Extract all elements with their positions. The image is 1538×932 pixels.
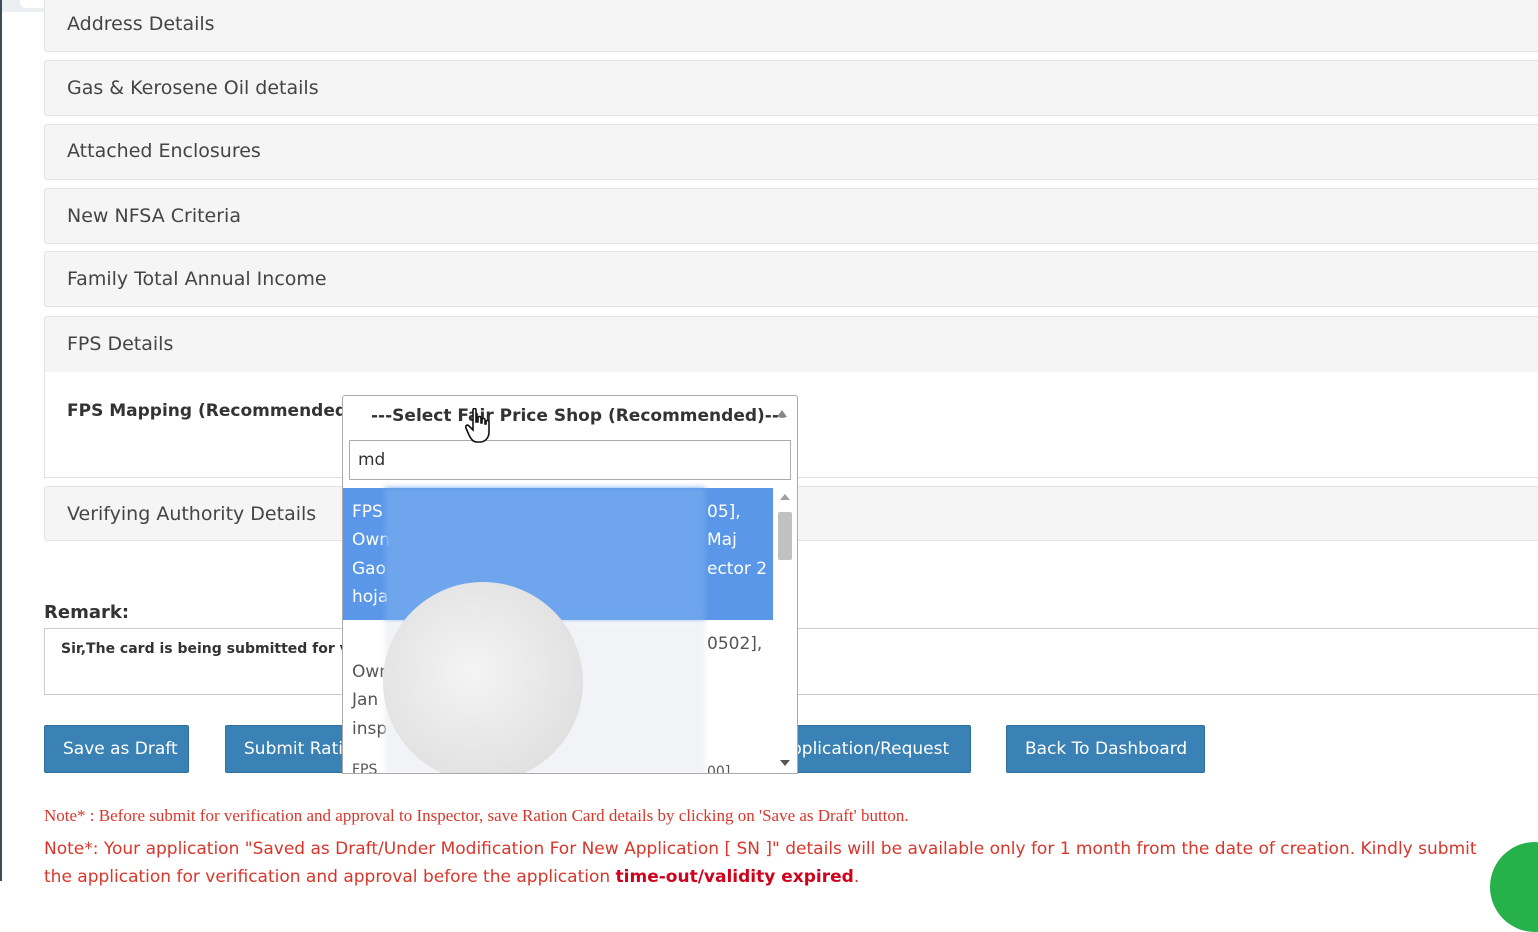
option-text: 05], <box>707 502 741 522</box>
panel-nfsa-criteria[interactable]: New NFSA Criteria <box>44 188 1538 244</box>
panel-family-income[interactable]: Family Total Annual Income <box>44 251 1538 307</box>
fps-search-input[interactable]: md <box>349 440 791 480</box>
panel-title: Family Total Annual Income <box>67 268 327 290</box>
panel-attached-enclosures[interactable]: Attached Enclosures <box>44 124 1538 180</box>
panel-title: Verifying Authority Details <box>67 503 317 525</box>
option-text: FPS <box>352 502 383 522</box>
option-text: Maj <box>707 530 737 550</box>
application-request-button[interactable]: pplication/Request <box>772 725 971 773</box>
scroll-thumb[interactable] <box>778 512 792 560</box>
fps-mapping-label: FPS Mapping (Recommended): <box>67 401 362 421</box>
panel-title: New NFSA Criteria <box>67 205 241 227</box>
option-text: hoja <box>352 587 389 607</box>
option-text: ector 2 <box>707 559 768 579</box>
note-validity-expired: time-out/validity expired <box>615 867 854 887</box>
panel-gas-kerosene[interactable]: Gas & Kerosene Oil details <box>44 60 1538 116</box>
note-validity-end: . <box>853 867 860 887</box>
save-as-draft-button[interactable]: Save as Draft <box>44 725 189 773</box>
dropdown-scrollbar[interactable] <box>773 488 797 772</box>
note-validity: Note*: Your application "Saved as Draft/… <box>44 835 1504 891</box>
left-border <box>0 0 2 881</box>
chevron-up-icon[interactable] <box>777 410 787 417</box>
fps-select[interactable]: ---Select Fair Price Shop (Recommended)-… <box>342 395 798 433</box>
panel-title: Gas & Kerosene Oil details <box>67 77 319 99</box>
fps-select-value: ---Select Fair Price Shop (Recommended)-… <box>371 406 786 426</box>
panel-address-details[interactable]: Address Details <box>44 0 1538 52</box>
hand-cursor-icon <box>465 408 490 443</box>
panel-title: FPS Details <box>67 333 174 355</box>
option-text: insp <box>352 719 388 739</box>
fps-dropdown: md FPS Own Gao hoja 05], Maj ector 2 Own… <box>342 432 798 774</box>
option-text: FPS <box>352 762 378 774</box>
panel-title: Attached Enclosures <box>67 140 261 162</box>
option-text: Gao <box>352 559 386 579</box>
note-save-draft: Note* : Before submit for verification a… <box>44 806 909 825</box>
remark-label: Remark: <box>44 602 130 623</box>
option-text: 00] <box>707 764 731 774</box>
back-to-dashboard-button[interactable]: Back To Dashboard <box>1006 725 1205 773</box>
option-text: 0502], <box>707 634 763 654</box>
option-text: Jan <box>352 690 379 710</box>
redacted-blob <box>383 582 583 773</box>
scroll-down-icon[interactable] <box>780 760 790 766</box>
scroll-up-icon[interactable] <box>780 494 790 500</box>
fps-option-highlighted[interactable]: FPS Own Gao hoja 05], Maj ector 2 <box>343 488 773 620</box>
panel-fps-details[interactable]: FPS Details <box>44 316 1538 373</box>
panel-title: Address Details <box>67 13 215 35</box>
remark-text: Sir,The card is being submitted for ve <box>61 641 359 657</box>
